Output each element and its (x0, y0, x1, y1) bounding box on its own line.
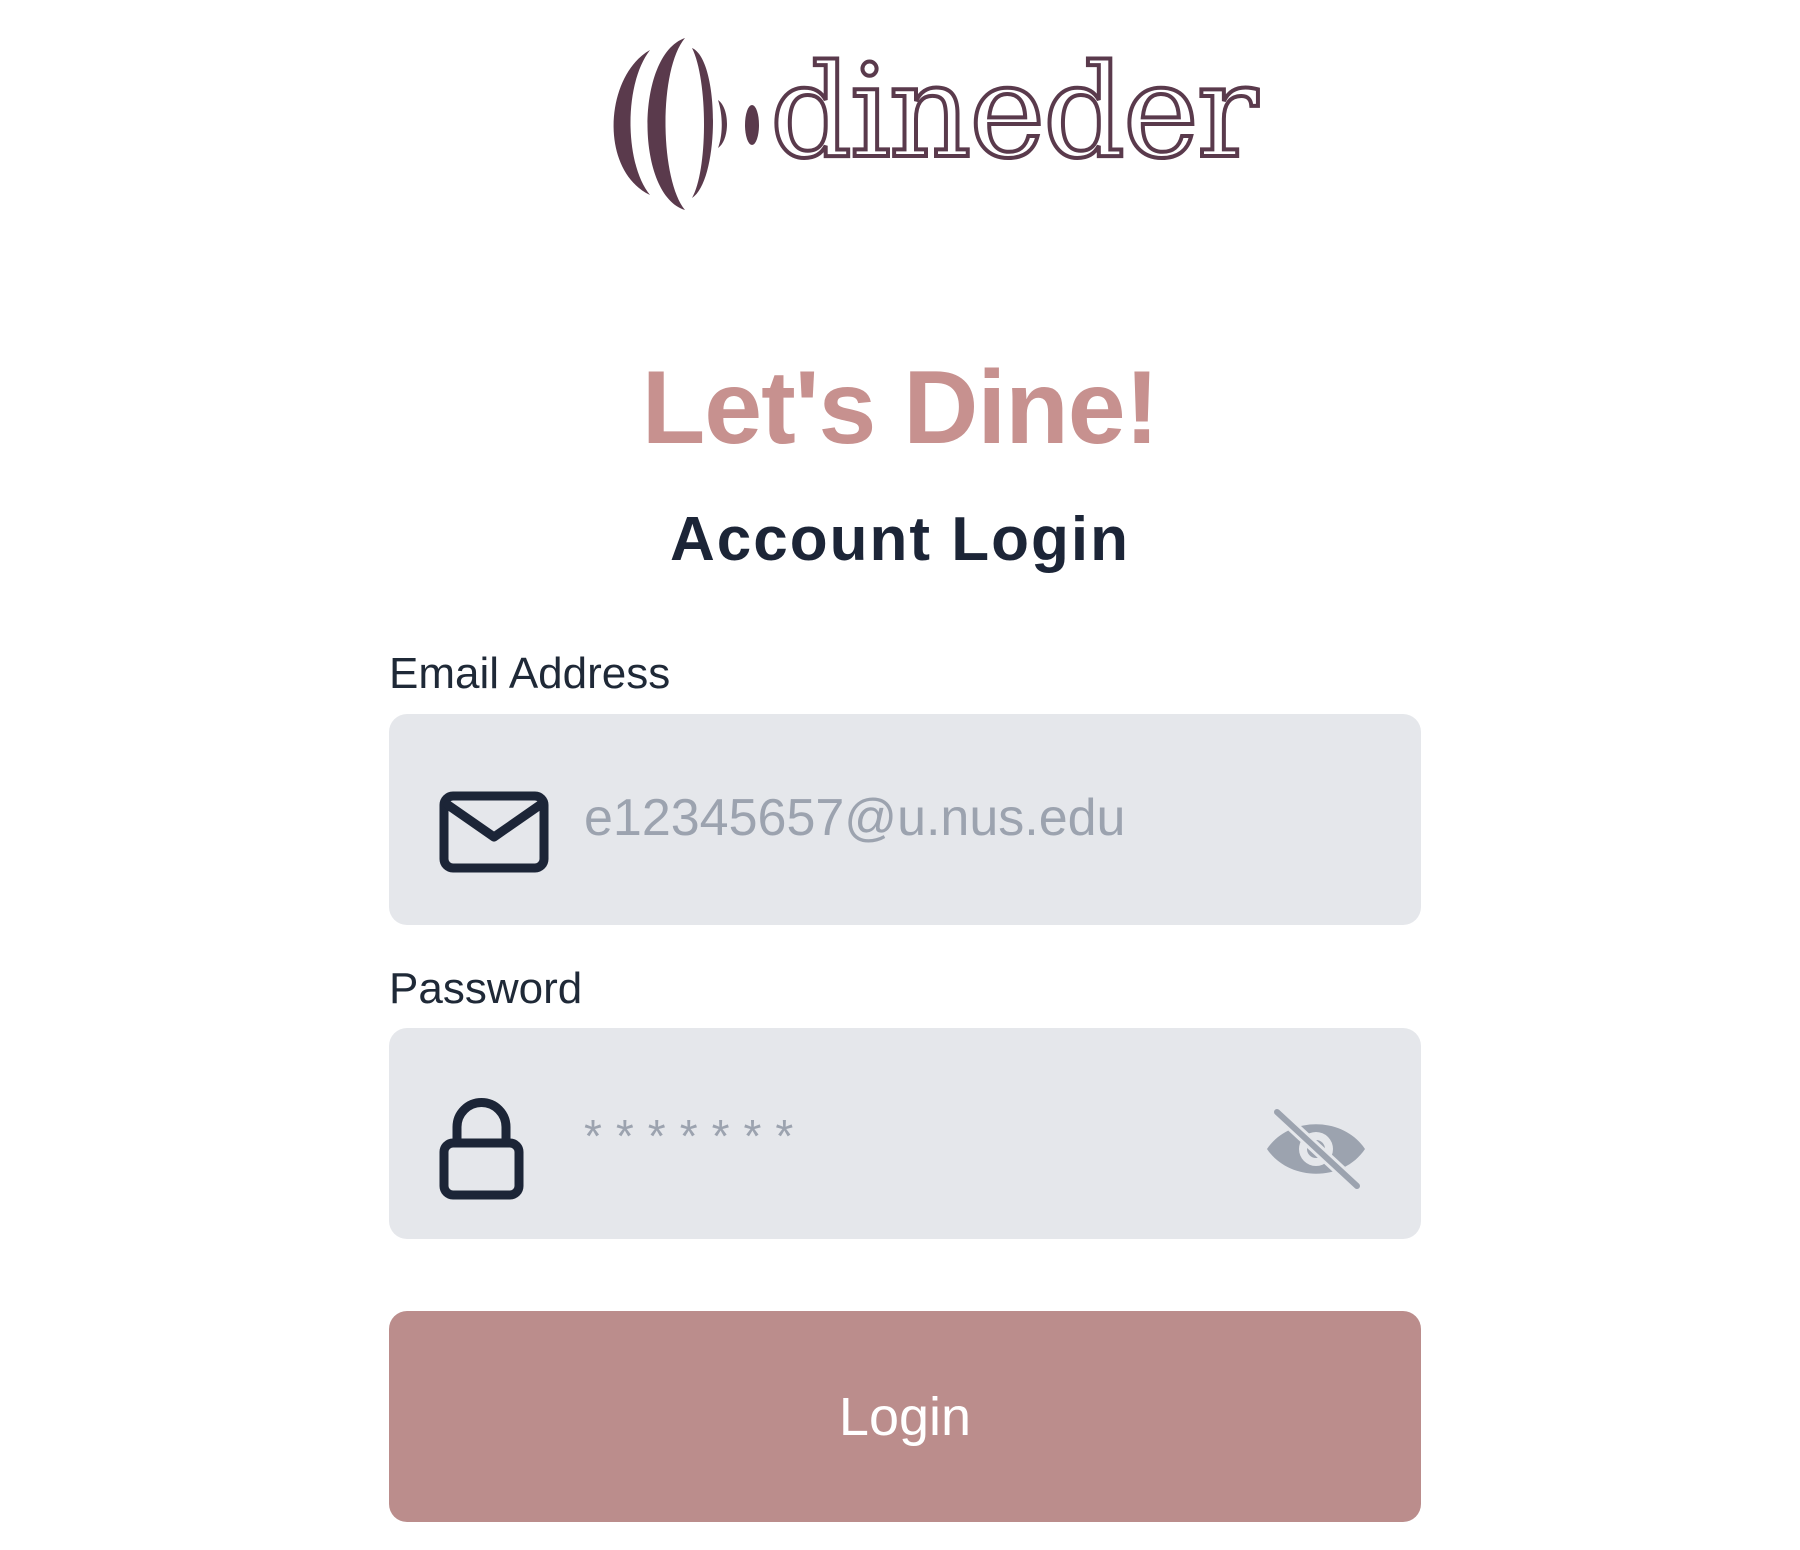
login-button[interactable]: Login (389, 1311, 1421, 1522)
page-title: Account Login (670, 505, 1130, 574)
logo-arcs-icon (613, 38, 759, 210)
brand-logo: dineder (580, 30, 1260, 215)
brand-wordmark: dineder (768, 36, 1260, 189)
password-label: Password (389, 964, 583, 1013)
password-input[interactable]: ******* (584, 1104, 807, 1168)
lock-icon (439, 1098, 524, 1200)
page-headline: Let's Dine! (641, 350, 1159, 466)
eye-off-icon[interactable] (1263, 1108, 1369, 1190)
mail-icon (439, 791, 549, 873)
email-field[interactable]: e12345657@u.nus.edu (389, 714, 1421, 925)
email-label: Email Address (389, 649, 671, 698)
password-field[interactable]: ******* (389, 1028, 1421, 1239)
email-input[interactable]: e12345657@u.nus.edu (584, 786, 1125, 850)
